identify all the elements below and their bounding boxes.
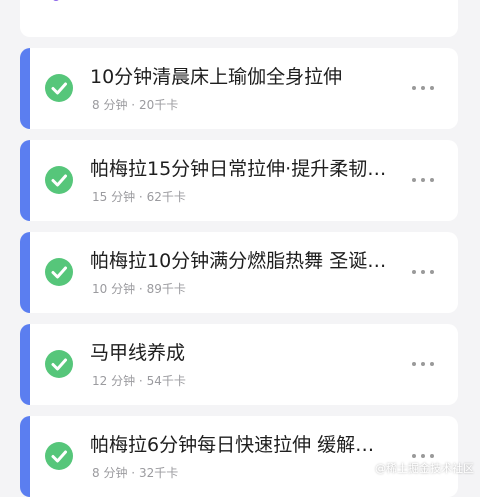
workout-duration: 8 分钟	[92, 98, 128, 112]
workout-duration: 10 分钟	[92, 282, 136, 296]
check-circle-icon	[45, 166, 73, 194]
workout-meta: 15 分钟 · 62千卡	[92, 188, 186, 206]
workout-duration: 12 分钟	[92, 374, 136, 388]
workout-card[interactable]: 马甲线养成 12 分钟 · 54千卡	[20, 324, 458, 405]
workout-calories: 20千卡	[138, 98, 179, 112]
check-circle-icon	[45, 350, 73, 378]
meta-separator: ·	[131, 466, 136, 480]
calendar-day-28[interactable]: 28	[110, 0, 150, 2]
more-icon[interactable]	[412, 170, 434, 190]
meta-separator: ·	[138, 190, 143, 204]
workout-calories: 32千卡	[138, 466, 179, 480]
workout-meta: 12 分钟 · 54千卡	[92, 372, 186, 390]
meta-separator: ·	[138, 374, 143, 388]
more-icon[interactable]	[412, 262, 434, 282]
more-icon[interactable]	[412, 78, 434, 98]
workout-calories: 89千卡	[146, 282, 186, 296]
check-circle-icon	[45, 258, 73, 286]
workout-title: 帕梅拉6分钟每日快速拉伸 缓解…	[90, 434, 375, 456]
workout-card[interactable]: 帕梅拉10分钟满分燃脂热舞 圣诞… 10 分钟 · 89千卡	[20, 232, 458, 313]
calendar-day-2[interactable]: 2	[405, 0, 445, 2]
meta-separator: ·	[131, 98, 136, 112]
workout-card[interactable]: 帕梅拉15分钟日常拉伸·提升柔韧… 15 分钟 · 62千卡	[20, 140, 458, 221]
workout-calories: 62千卡	[146, 190, 186, 204]
calendar-day-30[interactable]: 30	[258, 0, 298, 2]
check-circle-icon	[45, 74, 73, 102]
card-accent-bar	[20, 324, 30, 405]
check-circle-icon	[45, 442, 73, 470]
workout-title: 马甲线养成	[90, 342, 186, 364]
card-accent-bar	[20, 416, 30, 497]
workout-title: 帕梅拉15分钟日常拉伸·提升柔韧…	[90, 158, 387, 180]
watermark: @稀土掘金技术社区	[375, 462, 474, 475]
workout-calories: 54千卡	[146, 374, 186, 388]
workout-duration: 15 分钟	[92, 190, 136, 204]
workout-meta: 8 分钟 · 20千卡	[92, 96, 178, 114]
workout-title: 10分钟清晨床上瑜伽全身拉伸	[90, 66, 343, 88]
workout-card[interactable]: 帕梅拉6分钟每日快速拉伸 缓解… 8 分钟 · 32千卡	[20, 416, 458, 497]
workout-meta: 8 分钟 · 32千卡	[92, 464, 178, 482]
meta-separator: ·	[138, 282, 143, 296]
card-accent-bar	[20, 48, 30, 129]
more-icon[interactable]	[412, 354, 434, 374]
workout-card[interactable]: 10分钟清晨床上瑜伽全身拉伸 8 分钟 · 20千卡	[20, 48, 458, 129]
workout-meta: 10 分钟 · 89千卡	[92, 280, 186, 298]
calendar-day-29[interactable]: 29	[183, 0, 223, 2]
card-accent-bar	[20, 232, 30, 313]
calendar-day-1[interactable]: 1	[333, 0, 373, 2]
workout-title: 帕梅拉10分钟满分燃脂热舞 圣诞…	[90, 250, 387, 272]
workout-duration: 8 分钟	[92, 466, 128, 480]
card-accent-bar	[20, 140, 30, 221]
week-calendar: 27 28 29 30 1 2	[20, 0, 458, 37]
